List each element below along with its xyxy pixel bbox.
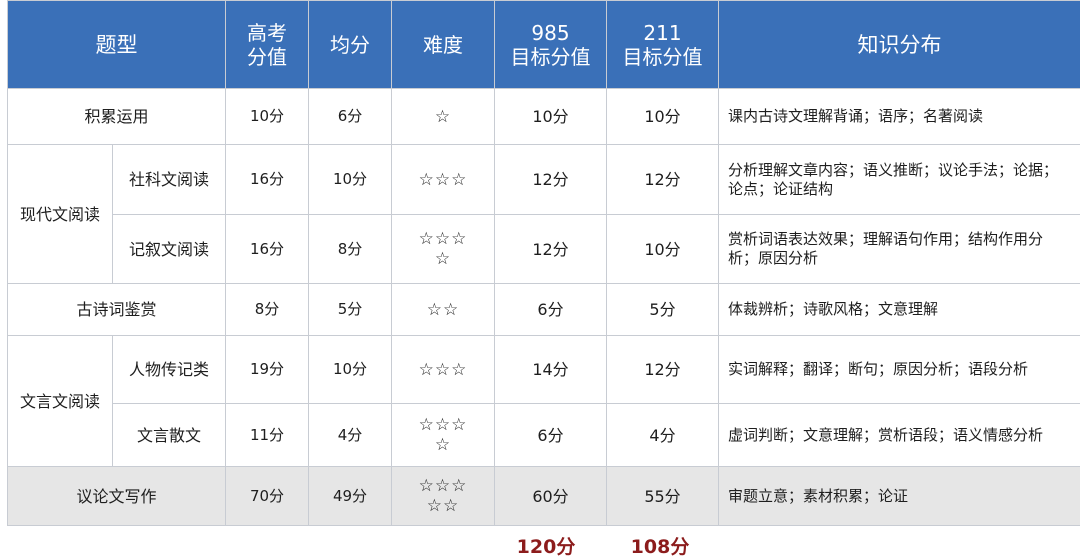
difficulty-stars: ☆☆☆☆ <box>392 215 495 284</box>
gaokao-score-cell: 10分 <box>226 89 309 145</box>
stars-text: ☆☆☆☆ <box>413 229 473 269</box>
difficulty-stars: ☆☆ <box>392 284 495 336</box>
stars-text: ☆☆☆☆☆ <box>413 476 473 516</box>
difficulty-stars: ☆ <box>392 89 495 145</box>
average-cell: 5分 <box>309 284 392 336</box>
target-985-cell: 12分 <box>495 215 607 284</box>
target-211-cell: 55分 <box>607 467 719 526</box>
total-985: 120分 <box>501 532 591 559</box>
knowledge-cell: 分析理解文章内容；语义推断；议论手法；论据；论点；论证结构 <box>719 145 1080 215</box>
group-modern-reading: 现代文阅读 <box>8 145 113 284</box>
knowledge-cell: 实词解释；翻译；断句；原因分析；语段分析 <box>719 336 1080 404</box>
target-211-cell: 10分 <box>607 89 719 145</box>
header-row: 题型 高考 分值 均分 难度 985 目标分值 211 目标分值 知识分布 <box>8 1 1080 89</box>
target-985-cell: 6分 <box>495 284 607 336</box>
header-average: 均分 <box>309 1 392 89</box>
target-211-cell: 12分 <box>607 145 719 215</box>
target-211-cell: 4分 <box>607 404 719 467</box>
average-cell: 4分 <box>309 404 392 467</box>
row-name: 人物传记类 <box>113 336 226 404</box>
gaokao-score-cell: 16分 <box>226 145 309 215</box>
group-classical-reading: 文言文阅读 <box>8 336 113 467</box>
average-cell: 10分 <box>309 145 392 215</box>
knowledge-cell: 赏析词语表达效果；理解语句作用；结构作用分析；原因分析 <box>719 215 1080 284</box>
row-name: 社科文阅读 <box>113 145 226 215</box>
knowledge-cell: 体裁辨析；诗歌风格；文意理解 <box>719 284 1080 336</box>
gaokao-score-cell: 70分 <box>226 467 309 526</box>
average-cell: 6分 <box>309 89 392 145</box>
header-difficulty: 难度 <box>392 1 495 89</box>
table-row: 古诗词鉴赏 8分 5分 ☆☆ 6分 5分 体裁辨析；诗歌风格；文意理解 <box>8 284 1080 336</box>
difficulty-stars: ☆☆☆☆☆ <box>392 467 495 526</box>
header-target-985: 985 目标分值 <box>495 1 607 89</box>
difficulty-stars: ☆☆☆ <box>392 145 495 215</box>
total-211: 108分 <box>615 532 705 559</box>
table-row: 议论文写作 70分 49分 ☆☆☆☆☆ 60分 55分 审题立意；素材积累；论证 <box>8 467 1080 526</box>
table-row: 现代文阅读 社科文阅读 16分 10分 ☆☆☆ 12分 12分 分析理解文章内容… <box>8 145 1080 215</box>
header-target-211: 211 目标分值 <box>607 1 719 89</box>
average-cell: 49分 <box>309 467 392 526</box>
average-cell: 8分 <box>309 215 392 284</box>
target-985-cell: 14分 <box>495 336 607 404</box>
stars-text: ☆☆☆ <box>413 360 473 380</box>
row-name: 议论文写作 <box>8 467 226 526</box>
row-name: 文言散文 <box>113 404 226 467</box>
knowledge-cell: 虚词判断；文意理解；赏析语段；语义情感分析 <box>719 404 1080 467</box>
target-985-cell: 12分 <box>495 145 607 215</box>
gaokao-score-cell: 8分 <box>226 284 309 336</box>
header-type: 题型 <box>8 1 226 89</box>
gaokao-score-cell: 19分 <box>226 336 309 404</box>
gaokao-score-cell: 11分 <box>226 404 309 467</box>
target-211-cell: 5分 <box>607 284 719 336</box>
difficulty-stars: ☆☆☆ <box>392 336 495 404</box>
header-211-label: 211 目标分值 <box>623 21 703 69</box>
stars-text: ☆ <box>413 107 473 127</box>
header-gaokao-score: 高考 分值 <box>226 1 309 89</box>
table-row: 文言文阅读 人物传记类 19分 10分 ☆☆☆ 14分 12分 实词解释；翻译；… <box>8 336 1080 404</box>
row-name: 古诗词鉴赏 <box>8 284 226 336</box>
row-name: 记叙文阅读 <box>113 215 226 284</box>
row-name: 积累运用 <box>8 89 226 145</box>
stars-text: ☆☆ <box>413 300 473 320</box>
target-985-cell: 60分 <box>495 467 607 526</box>
knowledge-cell: 课内古诗文理解背诵；语序；名著阅读 <box>719 89 1080 145</box>
target-985-cell: 6分 <box>495 404 607 467</box>
header-985-label: 985 目标分值 <box>511 21 591 69</box>
difficulty-stars: ☆☆☆☆ <box>392 404 495 467</box>
target-211-cell: 10分 <box>607 215 719 284</box>
knowledge-cell: 审题立意；素材积累；论证 <box>719 467 1080 526</box>
stars-text: ☆☆☆☆ <box>413 415 473 455</box>
table-row: 积累运用 10分 6分 ☆ 10分 10分 课内古诗文理解背诵；语序；名著阅读 <box>8 89 1080 145</box>
target-211-cell: 12分 <box>607 336 719 404</box>
average-cell: 10分 <box>309 336 392 404</box>
stars-text: ☆☆☆ <box>413 170 473 190</box>
header-gaokao-label: 高考 分值 <box>247 21 287 69</box>
target-985-cell: 10分 <box>495 89 607 145</box>
gaokao-score-cell: 16分 <box>226 215 309 284</box>
table-row: 记叙文阅读 16分 8分 ☆☆☆☆ 12分 10分 赏析词语表达效果；理解语句作… <box>8 215 1080 284</box>
header-knowledge: 知识分布 <box>719 1 1080 89</box>
score-table: 题型 高考 分值 均分 难度 985 目标分值 211 目标分值 知识分布 积累… <box>7 0 1080 526</box>
table-row: 文言散文 11分 4分 ☆☆☆☆ 6分 4分 虚词判断；文意理解；赏析语段；语义… <box>8 404 1080 467</box>
